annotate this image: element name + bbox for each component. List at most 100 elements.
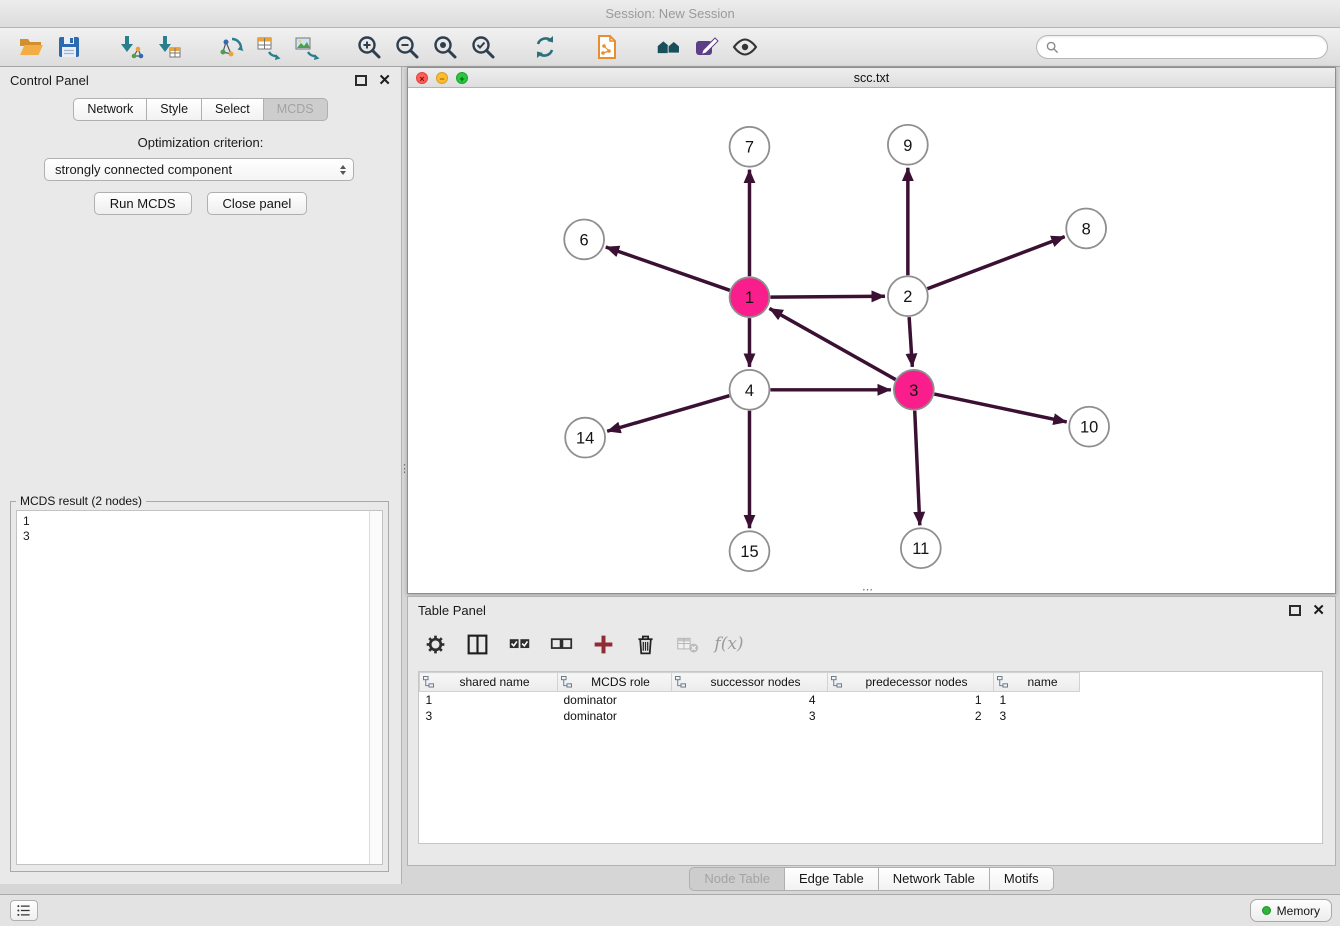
tab-node-table[interactable]: Node Table	[689, 867, 784, 891]
window-title: Session: New Session	[605, 6, 734, 21]
graph-node-3[interactable]: 3	[894, 370, 934, 410]
graph-node-11[interactable]: 11	[901, 528, 941, 568]
tab-select[interactable]: Select	[201, 98, 263, 121]
table-cell[interactable]: dominator	[558, 692, 672, 709]
table-cell[interactable]: 1	[828, 692, 994, 709]
delete-column-button[interactable]	[632, 631, 658, 657]
memory-label: Memory	[1277, 904, 1320, 918]
close-panel-button[interactable]: ✕	[378, 73, 391, 88]
float-panel-button[interactable]	[355, 75, 367, 86]
import-table-button[interactable]	[150, 31, 188, 63]
tab-motifs[interactable]: Motifs	[989, 867, 1054, 891]
memory-button[interactable]: Memory	[1250, 899, 1332, 922]
network-window-titlebar[interactable]: × − + scc.txt	[408, 68, 1335, 88]
show-columns-button[interactable]	[464, 631, 490, 657]
zoom-in-button[interactable]	[350, 31, 388, 63]
table-settings-button[interactable]	[422, 631, 448, 657]
table-cell[interactable]: 2	[828, 708, 994, 724]
import-network-button[interactable]	[112, 31, 150, 63]
edge-1-to-2[interactable]	[770, 296, 885, 297]
graph-node-7[interactable]: 7	[730, 127, 770, 167]
home-networks-button[interactable]	[650, 31, 688, 63]
result-scrollbar[interactable]	[369, 511, 382, 864]
eye-icon	[732, 34, 758, 60]
export-table-button[interactable]	[250, 31, 288, 63]
column-header-MCDS-role[interactable]: MCDS role	[558, 673, 672, 692]
edge-3-to-11[interactable]	[915, 411, 920, 526]
tab-mcds[interactable]: MCDS	[263, 98, 328, 121]
table-row[interactable]: 1dominator411	[420, 692, 1080, 709]
search-input[interactable]	[1065, 40, 1318, 55]
network-document-button[interactable]	[588, 31, 626, 63]
table-cell[interactable]: 4	[672, 692, 828, 709]
add-column-button[interactable]	[590, 631, 616, 657]
graph-node-2[interactable]: 2	[888, 276, 928, 316]
graph-node-8[interactable]: 8	[1066, 209, 1106, 249]
column-header-successor-nodes[interactable]: successor nodes	[672, 673, 828, 692]
table-panel-title: Table Panel	[418, 603, 486, 618]
select-all-button[interactable]	[506, 631, 532, 657]
table-cell[interactable]: dominator	[558, 708, 672, 724]
table-cell[interactable]: 1	[994, 692, 1080, 709]
table-cell[interactable]: 3	[420, 708, 558, 724]
maximize-window-button[interactable]: +	[456, 72, 468, 84]
task-history-button[interactable]	[10, 900, 38, 921]
export-network-button[interactable]	[212, 31, 250, 63]
network-canvas[interactable]: 7 9 6 8 1 2 4 3 14 10 15 11	[408, 89, 1335, 593]
graph-node-1[interactable]: 1	[730, 277, 770, 317]
run-mcds-button[interactable]: Run MCDS	[94, 192, 192, 215]
save-session-button[interactable]	[50, 31, 88, 63]
minimize-window-button[interactable]: −	[436, 72, 448, 84]
edge-4-to-14[interactable]	[607, 396, 729, 432]
window-titlebar: Session: New Session	[0, 0, 1340, 28]
graph-node-14[interactable]: 14	[565, 418, 605, 458]
column-header-name[interactable]: name	[994, 673, 1080, 692]
table-toolbar: f(x)	[422, 631, 742, 657]
graph-node-9[interactable]: 9	[888, 125, 928, 165]
edge-2-to-3[interactable]	[909, 317, 912, 367]
zoom-out-button[interactable]	[388, 31, 426, 63]
column-header-predecessor-nodes[interactable]: predecessor nodes	[828, 673, 994, 692]
table-cell[interactable]: 3	[994, 708, 1080, 724]
search-box[interactable]	[1036, 35, 1328, 59]
graph-node-15[interactable]: 15	[730, 531, 770, 571]
open-file-button[interactable]	[12, 31, 50, 63]
mcds-result-area[interactable]: 1 3	[16, 510, 383, 865]
zoom-selected-button[interactable]	[464, 31, 502, 63]
table-row[interactable]: 3dominator323	[420, 708, 1080, 724]
table-header-row: shared nameMCDS rolesuccessor nodesprede…	[420, 673, 1080, 692]
float-table-panel-button[interactable]	[1289, 605, 1301, 616]
deselect-all-button[interactable]	[548, 631, 574, 657]
refresh-view-button[interactable]	[526, 31, 564, 63]
criterion-dropdown[interactable]: strongly connected component	[44, 158, 354, 181]
network-window-title: scc.txt	[854, 71, 889, 85]
edge-3-to-1[interactable]	[769, 308, 895, 379]
graph-node-4[interactable]: 4	[730, 370, 770, 410]
tab-edge-table[interactable]: Edge Table	[784, 867, 878, 891]
close-table-panel-button[interactable]: ✕	[1312, 603, 1325, 618]
annotation-button[interactable]	[688, 31, 726, 63]
vertical-splitter-grip[interactable]: ⋮	[399, 462, 410, 475]
function-builder-button: f(x)	[716, 631, 742, 657]
control-panel: Control Panel ✕ NetworkStyleSelectMCDS O…	[0, 67, 402, 884]
node-table-wrap: shared nameMCDS rolesuccessor nodesprede…	[418, 671, 1323, 844]
column-header-shared-name[interactable]: shared name	[420, 673, 558, 692]
export-image-button[interactable]	[288, 31, 326, 63]
close-panel-action-button[interactable]: Close panel	[207, 192, 308, 215]
table-cell[interactable]: 1	[420, 692, 558, 709]
graph-node-10[interactable]: 10	[1069, 407, 1109, 447]
zoom-fit-button[interactable]	[426, 31, 464, 63]
homes-icon	[656, 34, 682, 60]
close-window-button[interactable]: ×	[416, 72, 428, 84]
tab-style[interactable]: Style	[146, 98, 201, 121]
network-graph[interactable]: 7 9 6 8 1 2 4 3 14 10 15 11	[408, 89, 1335, 593]
tab-network-table[interactable]: Network Table	[878, 867, 989, 891]
horizontal-splitter-grip[interactable]: ⋯	[862, 583, 873, 596]
graph-node-6[interactable]: 6	[564, 219, 604, 259]
edge-3-to-10[interactable]	[934, 394, 1066, 422]
edge-1-to-6[interactable]	[606, 247, 730, 290]
tab-network[interactable]: Network	[73, 98, 146, 121]
show-hide-button[interactable]	[726, 31, 764, 63]
edge-2-to-8[interactable]	[927, 237, 1064, 289]
table-cell[interactable]: 3	[672, 708, 828, 724]
